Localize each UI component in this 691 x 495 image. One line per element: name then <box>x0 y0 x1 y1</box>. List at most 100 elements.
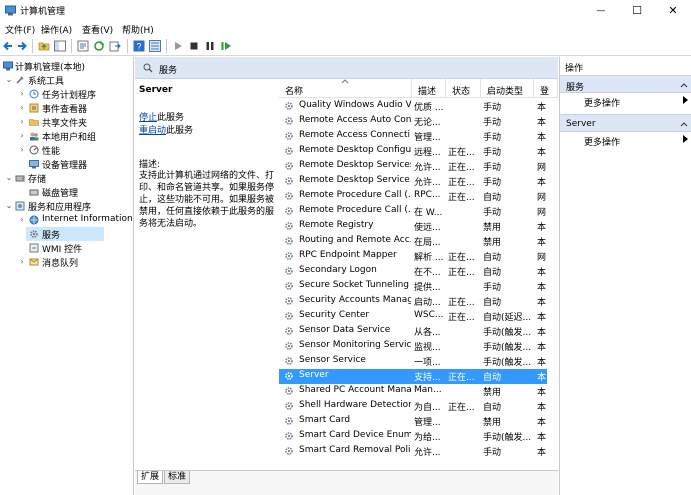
chevron-right-icon[interactable]: › <box>18 89 26 99</box>
tree-item-storage[interactable]: ⌄ 存储 <box>0 171 133 185</box>
menu-view[interactable]: 查看(V) <box>82 23 113 36</box>
wmi-icon <box>29 243 39 253</box>
tree-item-local-users[interactable]: › 本地用户和组 <box>0 129 133 143</box>
chevron-right-icon[interactable]: › <box>18 145 26 155</box>
tree-item-performance[interactable]: › 性能 <box>0 143 133 157</box>
service-startup-cell: 自动 <box>483 403 502 413</box>
tree-item-wmi[interactable]: WMI 控件 <box>0 241 133 255</box>
service-logon-cell: 本 <box>537 103 547 113</box>
tree-item-message-queue[interactable]: › 消息队列 <box>0 255 133 269</box>
play-icon[interactable] <box>172 40 184 52</box>
column-header-description[interactable]: 描述 <box>412 79 446 98</box>
column-header-startup[interactable]: 启动类型 <box>481 79 534 98</box>
table-row[interactable]: Remote Desktop Services 允许... 正在... 手动 网 <box>279 159 547 174</box>
table-row[interactable]: Secondary Logon 在不... 正在... 自动 本 <box>279 264 547 279</box>
stop-service-link[interactable]: 停止 <box>139 113 157 123</box>
restart-service-link[interactable]: 重启动 <box>139 126 166 136</box>
collapse-icon[interactable] <box>680 81 688 89</box>
table-row[interactable]: Sensor Service 一项... 手动(触发... 本 <box>279 354 547 369</box>
table-row[interactable]: Remote Desktop Configu... 远程... 正在... 手动 本 <box>279 144 547 159</box>
tree-item-system-tools[interactable]: ⌄ 系统工具 <box>0 73 133 87</box>
table-row[interactable]: Security Center WSC... 正在... 自动(延迟... 本 <box>279 309 547 324</box>
table-row[interactable]: Smart Card Removal Poli... 允许... 手动 本 <box>279 444 547 459</box>
folder-up-icon[interactable] <box>38 40 50 52</box>
gear-icon <box>285 282 293 290</box>
minimize-button[interactable]: — <box>583 0 619 21</box>
table-row[interactable]: Sensor Monitoring Service 监视... 手动(触发... 本 <box>279 339 547 354</box>
tree-item-root[interactable]: 计算机管理(本地) <box>0 59 133 73</box>
chevron-down-icon[interactable]: ⌄ <box>5 201 13 211</box>
table-row[interactable]: Remote Access Connecti... 管理... 手动 本 <box>279 129 547 144</box>
chevron-right-icon[interactable]: › <box>18 215 26 225</box>
chevron-down-icon[interactable]: ⌄ <box>5 173 13 183</box>
properties-icon[interactable] <box>77 40 89 52</box>
actions-section-server[interactable]: Server <box>560 114 691 132</box>
menu-help[interactable]: 帮助(H) <box>122 23 154 36</box>
close-button[interactable]: ✕ <box>655 0 691 21</box>
tree-item-task-scheduler[interactable]: › 任务计划程序 <box>0 87 133 101</box>
table-row[interactable]: Routing and Remote Acc... 在局... 禁用 本 <box>279 234 547 249</box>
chevron-right-icon[interactable]: › <box>18 131 26 141</box>
service-description-cell: Man... <box>414 385 442 395</box>
refresh-icon[interactable] <box>93 40 105 52</box>
chevron-down-icon[interactable]: ⌄ <box>5 75 13 85</box>
chevron-right-icon[interactable]: › <box>18 103 26 113</box>
computer-management-icon <box>5 5 16 16</box>
service-startup-cell: 手动 <box>483 448 502 458</box>
back-icon[interactable] <box>2 40 14 52</box>
table-row[interactable]: Remote Access Auto Con... 无论... 手动 本 <box>279 114 547 129</box>
tree-item-device-manager[interactable]: 设备管理器 <box>0 157 133 171</box>
tree-item-shared-folders[interactable]: › 共享文件夹 <box>0 115 133 129</box>
table-row[interactable]: Remote Registry 使远... 禁用 本 <box>279 219 547 234</box>
gear-icon <box>285 447 293 455</box>
table-row[interactable]: Sensor Data Service 从各... 手动(触发... 本 <box>279 324 547 339</box>
service-name-cell: Remote Desktop Services <box>299 160 411 170</box>
restart-icon[interactable] <box>220 40 232 52</box>
export-icon[interactable] <box>109 40 121 52</box>
table-row[interactable]: Secure Socket Tunneling ... 提供... 手动 本 <box>279 279 547 294</box>
service-startup-cell: 自动 <box>483 373 502 383</box>
service-logon-cell: 网 <box>537 163 547 173</box>
table-row[interactable]: Shared PC Account Mana... Man... 禁用 本 <box>279 384 547 399</box>
column-header-logon[interactable]: 登 <box>534 79 558 98</box>
table-row[interactable]: RPC Endpoint Mapper 解析 ... 正在... 自动 网 <box>279 249 547 264</box>
table-row[interactable]: Smart Card 管理... 禁用 本 <box>279 414 547 429</box>
tree-item-event-viewer[interactable]: › 事件查看器 <box>0 101 133 115</box>
service-status-cell: 正在... <box>448 373 475 383</box>
table-row[interactable]: Remote Procedure Call (... RPC... 正在... 自动 网 <box>279 189 547 204</box>
actions-more-services[interactable]: 更多操作 <box>560 94 691 109</box>
column-header-status[interactable]: 状态 <box>446 79 481 98</box>
show-tree-icon[interactable] <box>54 40 66 52</box>
column-header-name[interactable]: 名称 <box>279 79 412 98</box>
service-startup-cell: 手动 <box>483 148 502 158</box>
tab-standard[interactable]: 标准 <box>164 471 191 484</box>
table-row[interactable]: Smart Card Device Enum... 为给... 手动(触发... 本 <box>279 429 547 444</box>
tree-item-disk-management[interactable]: 磁盘管理 <box>0 185 133 199</box>
actions-more-server[interactable]: 更多操作 <box>560 133 691 148</box>
gear-icon <box>285 117 293 125</box>
collapse-icon[interactable] <box>680 120 688 128</box>
tree-item-iis[interactable]: › Internet Information S <box>0 213 133 227</box>
stop-icon[interactable] <box>188 40 200 52</box>
service-logon-cell: 本 <box>537 388 547 398</box>
chevron-right-icon[interactable]: › <box>18 117 26 127</box>
menu-file[interactable]: 文件(F) <box>5 23 35 36</box>
maximize-button[interactable]: ☐ <box>619 0 655 21</box>
help-icon[interactable]: ? <box>133 40 145 52</box>
table-row[interactable]: Quality Windows Audio V... 优质 ... 手动 本 <box>279 99 547 114</box>
menu-action[interactable]: 操作(A) <box>41 23 72 36</box>
chevron-right-icon[interactable]: › <box>18 257 26 267</box>
service-name-cell: RPC Endpoint Mapper <box>299 250 397 260</box>
table-row[interactable]: Remote Procedure Call (... 在 W... 手动 网 <box>279 204 547 219</box>
actions-section-services[interactable]: 服务 <box>560 75 691 93</box>
forward-icon[interactable] <box>16 40 28 52</box>
pause-icon[interactable] <box>204 40 216 52</box>
tree-item-services-apps[interactable]: ⌄ 服务和应用程序 <box>0 199 133 213</box>
tree-item-services[interactable]: 服务 <box>26 227 104 241</box>
table-row[interactable]: Security Accounts Manag... 启动... 正在... 自动 本 <box>279 294 547 309</box>
table-row[interactable]: Server 支持... 正在... 自动 本 <box>279 369 547 384</box>
tab-extended[interactable]: 扩展 <box>137 471 164 484</box>
table-row[interactable]: Remote Desktop Service... 允许... 正在... 手动 本 <box>279 174 547 189</box>
details-view-icon[interactable] <box>149 40 161 52</box>
table-row[interactable]: Shell Hardware Detection 为自... 正在... 自动 本 <box>279 399 547 414</box>
